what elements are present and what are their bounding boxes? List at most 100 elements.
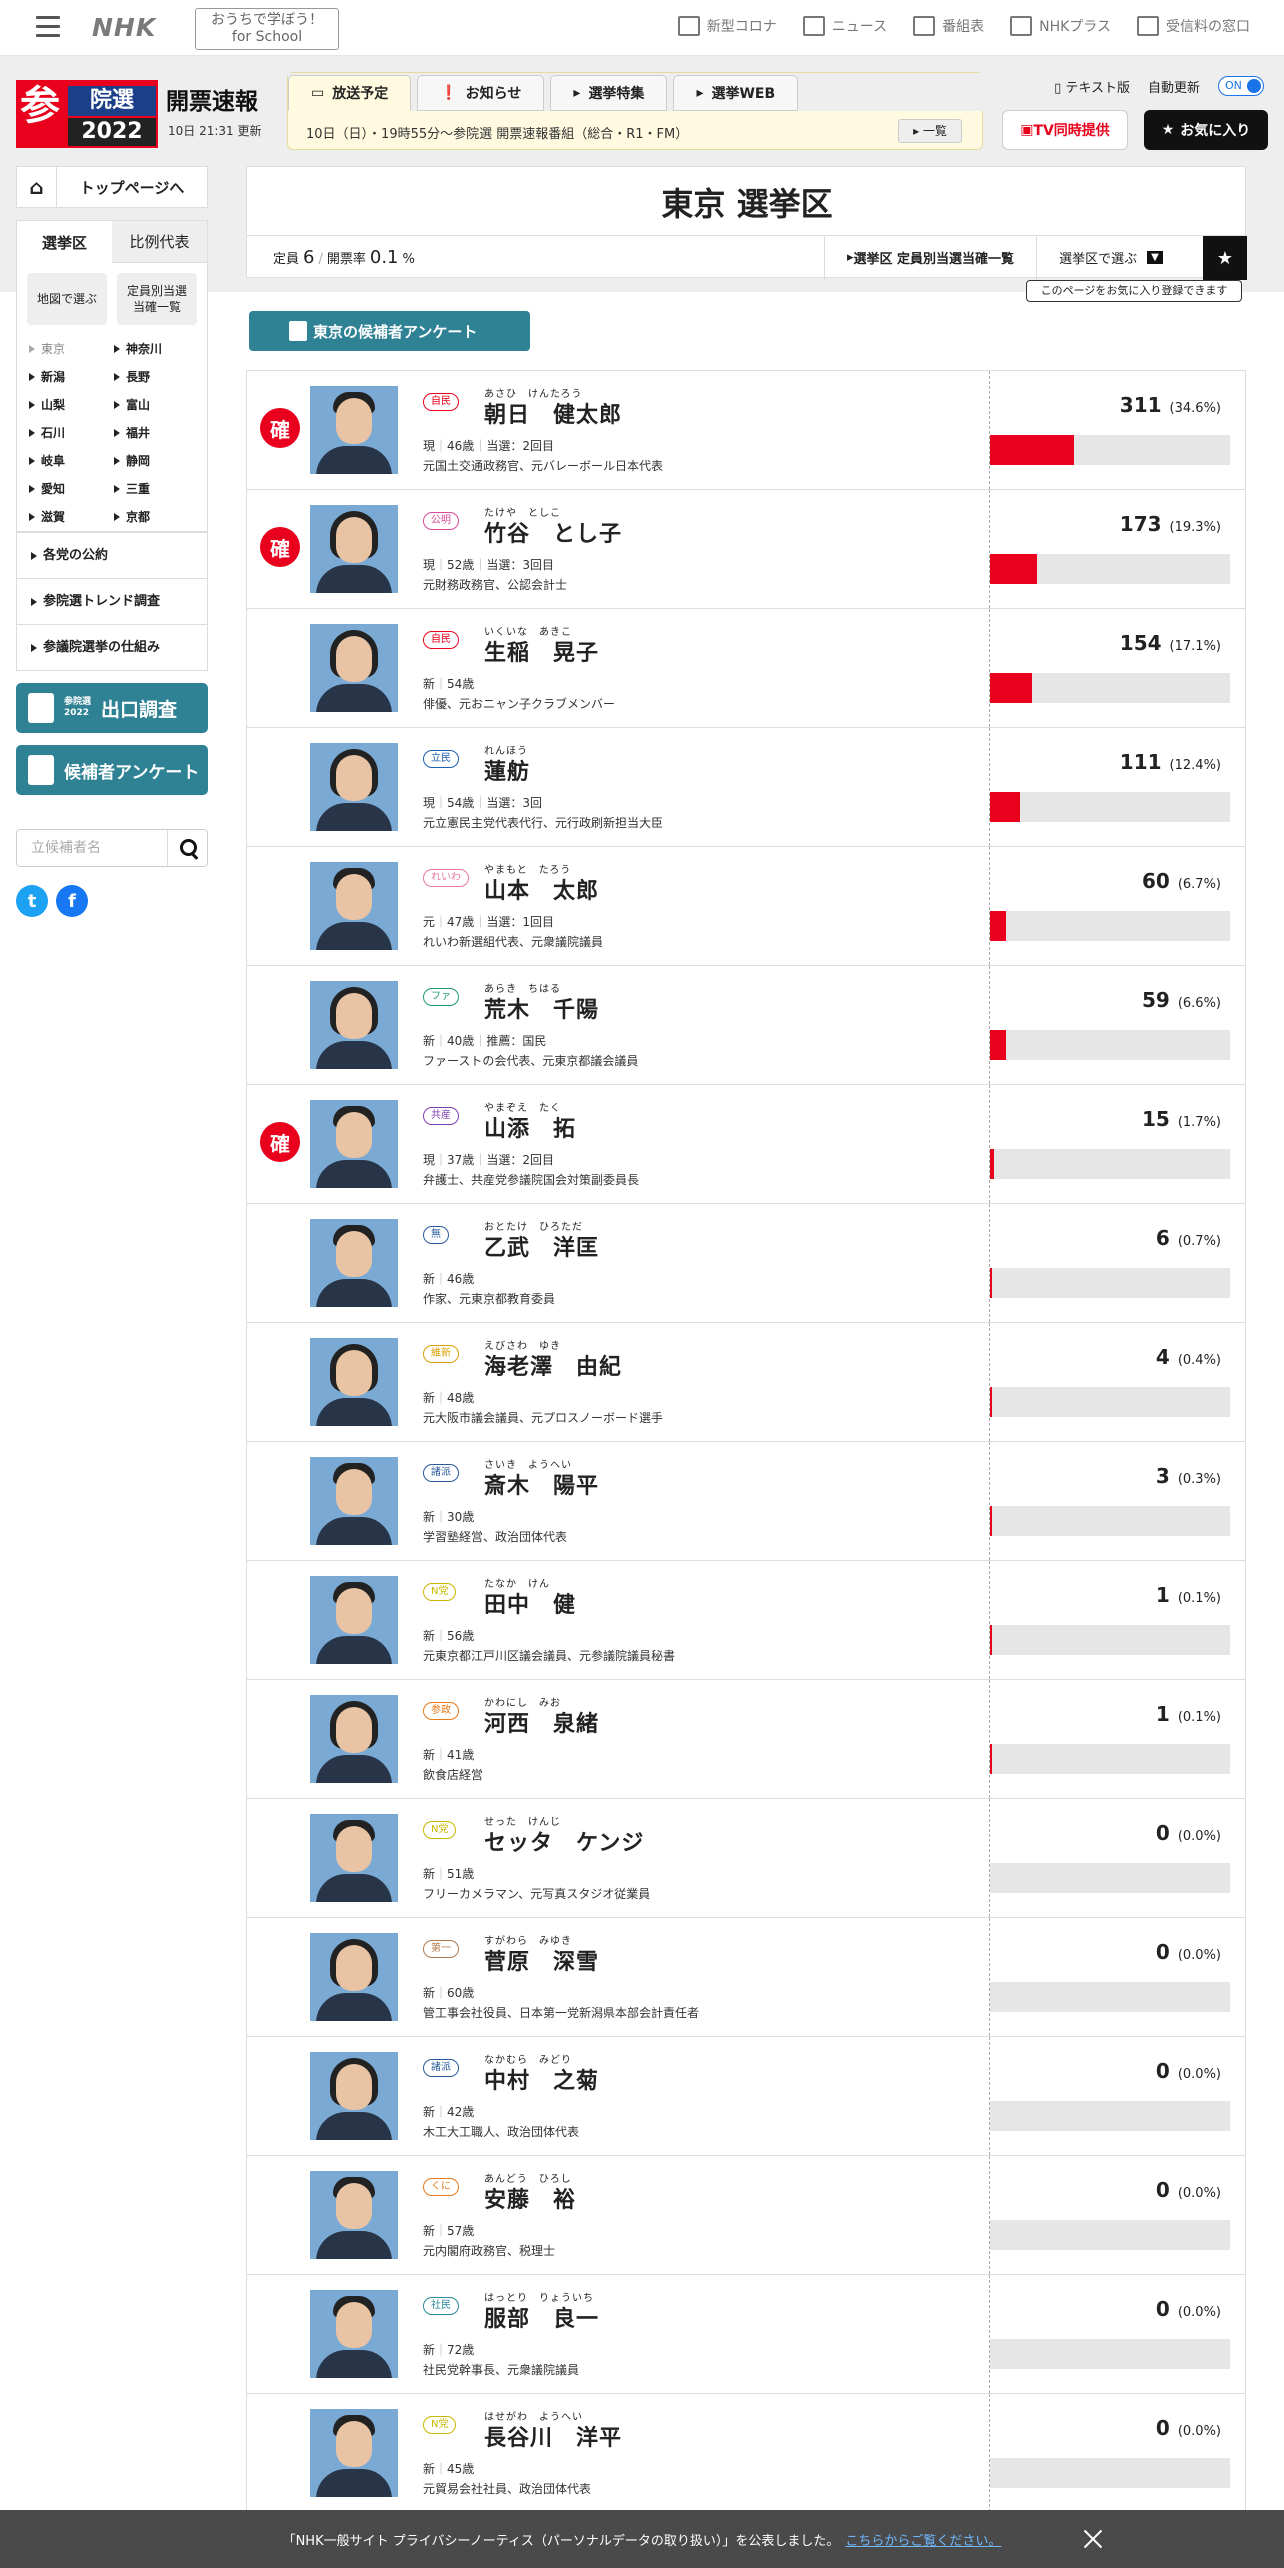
candidate-search[interactable]: 立候補者名 [16,829,208,867]
text-version-link[interactable]: ▯ テキスト版 [1054,77,1130,96]
winners-line-1: 定員別当選 [126,284,187,298]
pref-link[interactable]: 山梨 [27,395,112,415]
star-icon: ★ [1161,122,1175,138]
candidate-row[interactable]: 第一 すがわら みゆき 菅原 深雪 新｜60歳 管工事会社役員、日本第一党新潟県本部会計… [247,1918,1245,2037]
search-icon[interactable] [167,830,207,866]
tab-notice[interactable]: ❗ お知らせ [417,75,545,111]
pref-link[interactable]: 石川 [27,423,112,443]
party-badge: 公明 [423,512,459,530]
tab-broadcast[interactable]: ▭ 放送予定 [288,75,412,111]
winners-list-button[interactable]: 定員別当選 当確一覧 [117,273,197,325]
pref-link[interactable]: 三重 [112,479,197,499]
candidate-photo [310,505,398,593]
nav-plus[interactable]: NHKプラス [1010,16,1111,36]
majority-line [989,1799,990,1917]
twitter-icon[interactable]: t [16,885,48,917]
nav-news[interactable]: ニュース [802,16,887,36]
schedule-list-button[interactable]: ▸ 一覧 [898,119,962,143]
candidate-row[interactable]: 無おとたけ ひろただ 乙武 洋匡 新｜46歳 作家、元東京都教育委員 6 (0.7%) [247,1204,1245,1323]
notice-link[interactable]: こちらからご覧ください。 [845,2530,1001,2549]
tab-web[interactable]: ▸ 選挙WEB [673,75,799,111]
candidate-survey-button[interactable]: 候補者アンケート [16,745,208,795]
exit-poll-button[interactable]: 参院選 2022 出口調査 [16,683,208,733]
favorite-button[interactable]: ★ お気に入り [1144,110,1268,150]
candidate-row[interactable]: N党 せった けんじ セッタ ケンジ 新｜51歳 フリーカメラマン、元写真スタジオ従業員… [247,1799,1245,1918]
pref-link[interactable]: 愛知 [27,479,112,499]
grid-icon [913,16,936,36]
divider: ｜ [435,1748,448,1762]
vote-count: 154 (17.1%) [1120,631,1221,655]
search-input[interactable]: 立候補者名 [31,840,101,856]
tab-proportional[interactable]: 比例代表 [112,221,207,263]
pref-link[interactable]: 東京 [27,339,112,359]
candidate-row[interactable]: 確自民 あさひ けんたろう 朝日 健太郎 現｜46歳｜当選：2回目 元国土交通政務官、元… [247,371,1245,490]
divider: ｜ [435,796,448,810]
candidate-meta: 現｜54歳｜当選：3回 [423,794,542,811]
auto-update-toggle[interactable]: ON [1218,76,1264,96]
pref-link[interactable]: 富山 [112,395,197,415]
nhk-logo[interactable]: NHK [92,13,156,42]
candidate-row[interactable]: N党 たなか けん 田中 健新｜56歳 元東京都江戸川区議会議員、元参議院議員秘書 1(… [247,1561,1245,1680]
candidate-row[interactable]: 立民 れんほう 蓮舫 現｜54歳｜当選：3回 元立憲民主党代表代行、元行政刷新担当大臣 1… [247,728,1245,847]
candidate-row[interactable]: 維新 えびさわ ゆき 海老澤 由紀 新｜48歳 元大阪市議会議員、元プロスノーボード選手… [247,1323,1245,1442]
candidate-meta: 新｜41歳 [423,1746,474,1763]
nav-fee[interactable]: 受信料の窓口 [1137,16,1250,36]
for-school-link[interactable]: おうちで学ぼう！ for School [195,8,339,50]
phone-icon: ▯ [1054,80,1066,96]
candidate-row[interactable]: 参政 かわにし みお 河西 泉緒 新｜41歳 飲食店経営 1 (0.1%) [247,1680,1245,1799]
election-logo[interactable]: 参 院選 2022 [16,80,158,148]
pref-link[interactable]: 神奈川 [112,339,197,359]
teiin-label: 定員 [273,252,300,267]
broadcast-schedule[interactable]: 10日（日）・19時55分～参院選 開票速報番組（総合・R1・FM） [306,123,688,142]
hamburger-menu-icon[interactable] [36,16,60,38]
menu-trend-survey[interactable]: 参院選トレンド調査 [17,578,207,624]
candidate-name: 生稲 晃子 [484,641,600,666]
close-icon[interactable] [1083,2529,1103,2549]
candidate-row[interactable]: くに あんどう ひろし 安藤 裕新｜57歳 元内閣府政務官、税理士 0 (0.0%) [247,2156,1245,2275]
candidate-row[interactable]: 社民 はっとり りょういち 服部 良一 新｜72歳 社民党幹事長、元衆議院議員 0 (0.0… [247,2275,1245,2394]
candidate-name: 菅原 深雪 [484,1950,600,1975]
menu-election-system[interactable]: 参議院選挙の仕組み [17,624,207,670]
candidate-photo [310,1338,398,1426]
top-page-link[interactable]: ⌂ トップページへ [16,166,208,208]
nav-covid[interactable]: 新型コロナ [677,16,777,36]
tokyo-survey-button[interactable]: 東京の候補者アンケート [249,311,530,351]
tab-special[interactable]: ▸ 選挙特集 [550,75,668,111]
favorite-star-button[interactable]: ★ [1203,236,1247,280]
pref-link[interactable]: 福井 [112,423,197,443]
tab-district[interactable]: 選挙区 [17,221,112,263]
candidate-row[interactable]: 確共産 やまぞえ たく 山添 拓現｜37歳｜当選：2回目 弁護士、共産党参議院国会対策… [247,1085,1245,1204]
pref-link[interactable]: 京都 [112,507,197,527]
district-winners-link[interactable]: ▸ 選挙区 定員別当選当確一覧 [824,235,1036,280]
candidate-row[interactable]: 諸派 さいき ようへい 斎木 陽平 新｜30歳 学習塾経営、政治団体代表 3 (0.3%) [247,1442,1245,1561]
vote-percent: (17.1%) [1169,639,1221,654]
vote-percent: (0.3%) [1177,1472,1221,1487]
candidate-career: 管工事会社役員、日本第一党新潟県本部会計責任者 [423,2006,700,2020]
vote-number: 0 [1155,2059,1170,2083]
pref-link[interactable]: 岐阜 [27,451,112,471]
pref-link[interactable]: 長野 [112,367,197,387]
candidate-extra: 当選：2回目 [486,1153,554,1167]
candidate-row[interactable]: 自民 いくいな あきこ 生稲 晃子 新｜54歳 俳優、元おニャン子クラブメンバー 154(… [247,609,1245,728]
candidate-row[interactable]: 諸派 なかむら みどり 中村 之菊 新｜42歳 木工大工職人、政治団体代表 0 (0.0%) [247,2037,1245,2156]
facebook-icon[interactable]: f [56,885,88,917]
candidate-age: 51歳 [447,1867,475,1881]
candidate-row[interactable]: 確公明 たけや としこ 竹谷 とし子 現｜52歳｜当選：3回目 元財務政務官、公認会計士… [247,490,1245,609]
candidate-status: 現 [423,1153,436,1167]
divider: ｜ [435,1510,448,1524]
map-select-button[interactable]: 地図で選ぶ [27,273,107,325]
menu-pledges[interactable]: 各党の公約 [17,532,207,578]
tv-simulcast-button[interactable]: ▣ TV同時提供 [1002,110,1128,150]
pref-link[interactable]: 静岡 [112,451,197,471]
pref-link[interactable]: 滋賀 [27,507,112,527]
candidate-row[interactable]: N党 はせがわ ようへい 長谷川 洋平 新｜45歳 元貿易会社社員、政治団体代表 0 (0.… [247,2394,1245,2513]
candidate-row[interactable]: れいわ やまもと たろう 山本 太郎 元｜47歳｜当選：1回目 れいわ新選組代表、元衆議… [247,847,1245,966]
nav-program[interactable]: 番組表 [913,16,984,36]
vote-bar [990,1744,1230,1774]
district-select-dropdown[interactable]: 選挙区で選ぶ ▼ [1036,235,1185,280]
vote-number: 1 [1155,1702,1170,1726]
district-info-bar: 定員 6 / 開票率 0.1 % ▸ 選挙区 定員別当選当確一覧 選挙区で選ぶ ▼… [247,235,1247,280]
pref-link[interactable]: 新潟 [27,367,112,387]
candidate-row[interactable]: ファ あらき ちはる 荒木 千陽 新｜40歳｜推薦：国民 ファーストの会代表、元東京都議… [247,966,1245,1085]
party-badge: 第一 [423,1940,459,1958]
